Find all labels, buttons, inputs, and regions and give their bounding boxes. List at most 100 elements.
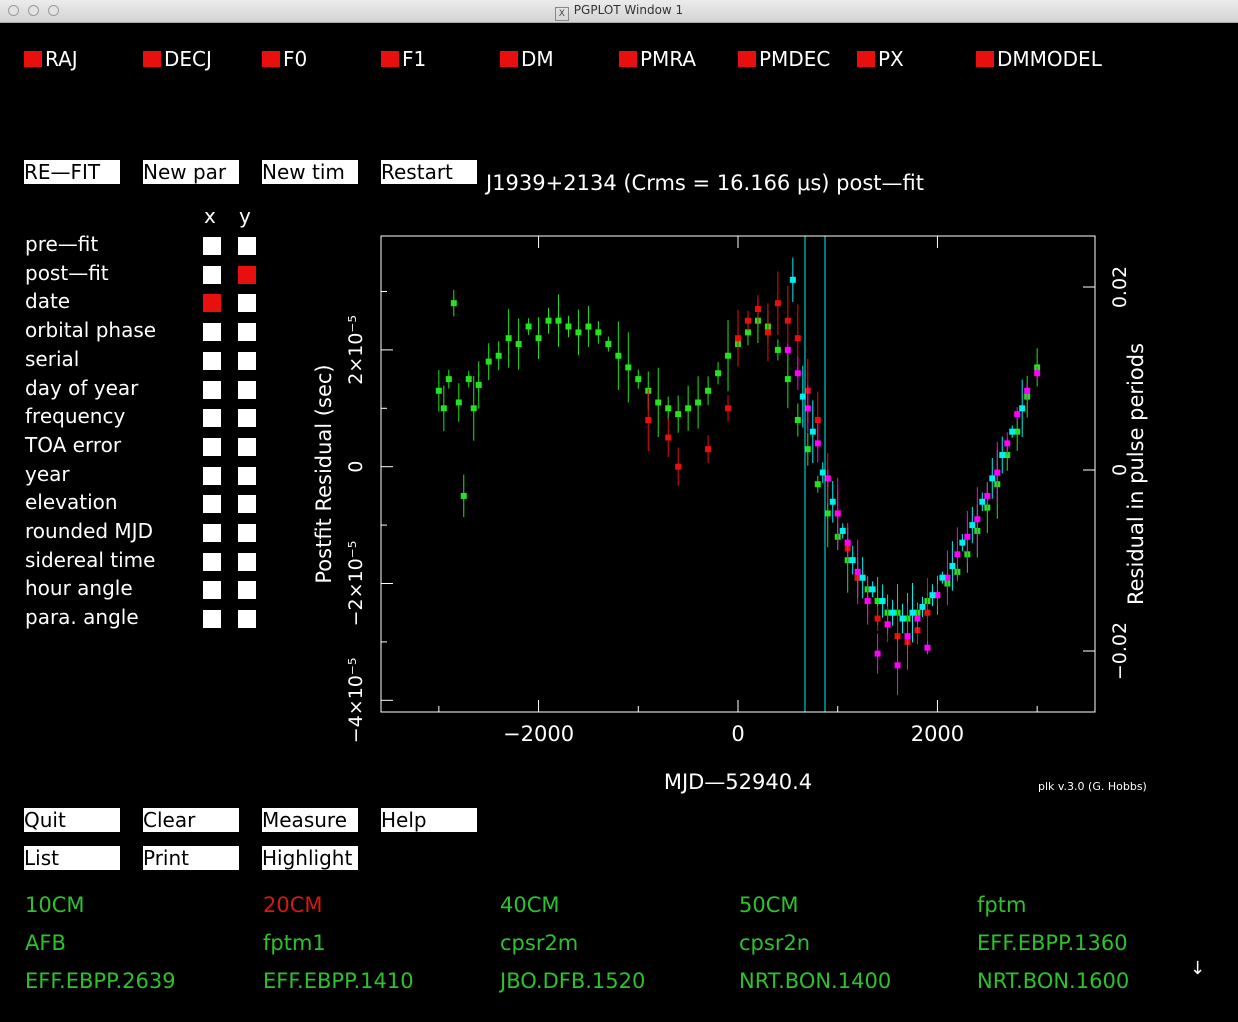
data-point-green bbox=[655, 399, 662, 406]
print-button[interactable]: Print bbox=[143, 846, 239, 870]
x-axis-checkbox-sidereal-time[interactable] bbox=[203, 552, 221, 571]
data-point-red bbox=[665, 434, 672, 441]
y2-tick-label: 0.02 bbox=[1109, 266, 1131, 308]
x-axis-checkbox-date[interactable] bbox=[203, 294, 221, 313]
data-point-green bbox=[904, 615, 911, 622]
x-axis-checkbox-year[interactable] bbox=[203, 466, 221, 485]
y-axis-header: y bbox=[239, 204, 251, 228]
flag-fptm1[interactable]: fptm1 bbox=[263, 930, 326, 956]
param-toggle-decj[interactable]: DECJ bbox=[143, 46, 212, 72]
data-point-green bbox=[824, 510, 831, 517]
y-axis-checkbox-toa-error[interactable] bbox=[238, 437, 256, 456]
data-point-green bbox=[495, 352, 502, 359]
param-toggle-pmdec[interactable]: PMDEC bbox=[738, 46, 830, 72]
data-point-green bbox=[884, 609, 891, 616]
x-axis-checkbox-frequency[interactable] bbox=[203, 409, 221, 428]
quit-button[interactable]: Quit bbox=[24, 808, 120, 832]
flag-nrt-bon-1600[interactable]: NRT.BON.1600 bbox=[977, 968, 1129, 994]
param-toggle-raj[interactable]: RAJ bbox=[24, 46, 78, 72]
x-axis-checkbox-serial[interactable] bbox=[203, 351, 221, 370]
flag-nrt-bon-1400[interactable]: NRT.BON.1400 bbox=[739, 968, 891, 994]
y-axis-checkbox-year[interactable] bbox=[238, 466, 256, 485]
param-toggle-dmmodel[interactable]: DMMODEL bbox=[976, 46, 1102, 72]
list-button[interactable]: List bbox=[24, 846, 120, 870]
data-point-green bbox=[450, 300, 457, 307]
data-point-red bbox=[675, 463, 682, 470]
plot-frame bbox=[380, 235, 1096, 713]
data-point-red bbox=[735, 335, 741, 342]
data-point-cyan bbox=[879, 598, 886, 605]
flag-cpsr2m[interactable]: cpsr2m bbox=[500, 930, 578, 956]
x-axis-checkbox-toa-error[interactable] bbox=[203, 437, 221, 456]
flag-jbo-dfb-1520[interactable]: JBO.DFB.1520 bbox=[500, 968, 645, 994]
y-axis-checkbox-hour-angle[interactable] bbox=[238, 581, 256, 600]
help-button[interactable]: Help bbox=[381, 808, 477, 832]
flag-10cm[interactable]: 10CM bbox=[25, 892, 85, 918]
scroll-down-icon[interactable]: ↓ bbox=[1190, 958, 1205, 979]
flag-50cm[interactable]: 50CM bbox=[739, 892, 799, 918]
flag-eff-ebpp-1360[interactable]: EFF.EBPP.1360 bbox=[977, 930, 1128, 956]
measure-button[interactable]: Measure bbox=[262, 808, 358, 832]
axis-option-label-elevation: elevation bbox=[25, 490, 118, 515]
data-point-green bbox=[585, 323, 592, 330]
x-axis-checkbox-pre-fit[interactable] bbox=[203, 237, 221, 255]
data-point-green bbox=[894, 609, 901, 616]
y-axis-checkbox-pre-fit[interactable] bbox=[238, 237, 256, 255]
param-toggle-pmra[interactable]: PMRA bbox=[619, 46, 696, 72]
credit-label: plk v.3.0 (G. Hobbs) bbox=[1038, 780, 1147, 793]
flag-20cm[interactable]: 20CM bbox=[263, 892, 323, 918]
restart-button[interactable]: Restart bbox=[381, 160, 477, 184]
flag-fptm[interactable]: fptm bbox=[977, 892, 1026, 918]
data-point-cyan bbox=[799, 393, 806, 400]
data-point-green bbox=[685, 405, 692, 412]
clear-button[interactable]: Clear bbox=[143, 808, 239, 832]
y-axis-checkbox-serial[interactable] bbox=[238, 351, 256, 370]
data-point-green bbox=[465, 376, 472, 383]
data-point-cyan bbox=[1019, 405, 1026, 412]
flag-eff-ebpp-2639[interactable]: EFF.EBPP.2639 bbox=[25, 968, 176, 994]
flag-40cm[interactable]: 40CM bbox=[500, 892, 560, 918]
x-axis-checkbox-post-fit[interactable] bbox=[203, 265, 221, 284]
data-point-cyan bbox=[809, 428, 816, 435]
x-axis-checkbox-para-angle[interactable] bbox=[203, 610, 221, 629]
param-toggle-dm[interactable]: DM bbox=[500, 46, 554, 72]
refit-button[interactable]: RE—FIT bbox=[24, 160, 120, 184]
highlight-button[interactable]: Highlight bbox=[262, 846, 358, 870]
data-point-cyan bbox=[929, 592, 936, 599]
data-point-green bbox=[545, 317, 552, 324]
data-point-green bbox=[974, 527, 981, 534]
y-axis-checkbox-frequency[interactable] bbox=[238, 409, 256, 428]
data-point-green bbox=[695, 399, 702, 406]
y-axis-checkbox-orbital-phase[interactable] bbox=[238, 323, 256, 342]
x-axis-checkbox-rounded-mjd[interactable] bbox=[203, 524, 221, 542]
flag-cpsr2n[interactable]: cpsr2n bbox=[739, 930, 810, 956]
y-axis-label: Postfit Residual (sec) bbox=[312, 364, 336, 583]
new-tim-button[interactable]: New tim bbox=[262, 160, 358, 184]
y-axis-checkbox-para-angle[interactable] bbox=[238, 610, 256, 629]
y-axis-checkbox-sidereal-time[interactable] bbox=[238, 552, 256, 571]
data-point-green bbox=[914, 609, 921, 616]
new-par-button[interactable]: New par bbox=[143, 160, 239, 184]
flag-afb[interactable]: AFB bbox=[25, 930, 66, 956]
flag-eff-ebpp-1410[interactable]: EFF.EBPP.1410 bbox=[263, 968, 414, 994]
y-axis-checkbox-post-fit[interactable] bbox=[238, 265, 256, 284]
param-toggle-px[interactable]: PX bbox=[857, 46, 904, 72]
y-axis-checkbox-day-of-year[interactable] bbox=[238, 380, 256, 399]
x-axis-checkbox-orbital-phase[interactable] bbox=[203, 323, 221, 342]
data-point-green bbox=[675, 411, 682, 418]
data-point-red bbox=[884, 621, 891, 628]
data-point-cyan bbox=[789, 276, 796, 283]
x-axis-checkbox-hour-angle[interactable] bbox=[203, 581, 221, 600]
axis-option-label-orbital-phase: orbital phase bbox=[25, 318, 157, 343]
x-axis-checkbox-day-of-year[interactable] bbox=[203, 380, 221, 399]
y-axis-checkbox-elevation[interactable] bbox=[238, 495, 256, 514]
chart-title: J1939+2134 (Crms = 16.166 μs) post—fit bbox=[484, 171, 924, 195]
data-point-magenta bbox=[854, 568, 861, 575]
param-toggle-f0[interactable]: F0 bbox=[262, 46, 307, 72]
param-toggle-f1[interactable]: F1 bbox=[381, 46, 426, 72]
y-axis-checkbox-date[interactable] bbox=[238, 294, 256, 313]
data-point-magenta bbox=[794, 370, 801, 377]
y-axis-checkbox-rounded-mjd[interactable] bbox=[238, 524, 256, 542]
data-point-red bbox=[645, 416, 652, 423]
x-axis-checkbox-elevation[interactable] bbox=[203, 495, 221, 514]
